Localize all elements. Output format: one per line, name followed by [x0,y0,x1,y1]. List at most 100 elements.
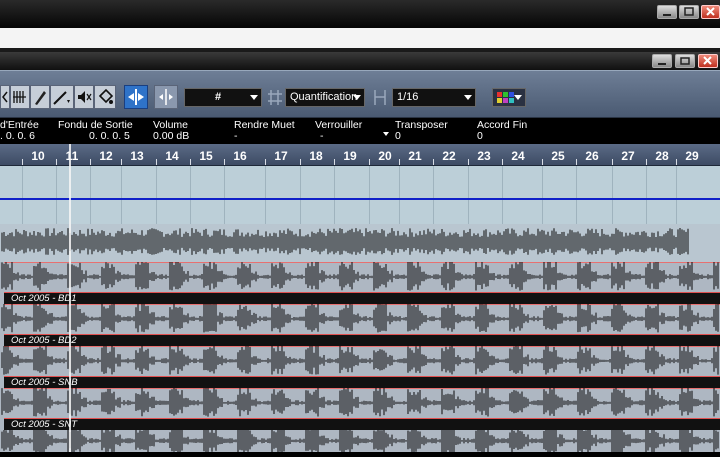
snap-type-button[interactable] [154,85,178,109]
transpose-value[interactable]: 0 [395,130,401,142]
chevron-down-icon [514,95,522,100]
quantize-mode-select[interactable]: Quantification [285,88,365,107]
ruler-tick [468,159,469,165]
autoscroll-button[interactable] [124,85,148,109]
grid-line [542,166,543,224]
ruler-bar-number: 17 [274,149,288,163]
autoscroll-icon [128,89,144,105]
tool-color[interactable] [94,85,116,109]
quantize-value: 1/16 [397,91,419,103]
minimize-button[interactable] [657,5,677,19]
event-name: Oct 2005 - BD2 [4,334,720,346]
ruler-bar-number: 24 [511,149,525,163]
grid-line [612,166,613,224]
ruler-tick [224,159,225,165]
ruler-bar-number: 28 [655,149,669,163]
marker-track[interactable] [0,166,720,224]
project-window-titlebar [0,52,720,70]
ruler-bar-number: 19 [343,149,357,163]
tool-draw[interactable] [30,85,50,109]
ruler-bar-number: 23 [477,149,491,163]
audio-waveform [1,346,719,375]
ruler-tick [265,159,266,165]
line-tool-icon [53,91,70,105]
ruler-bar-number: 25 [551,149,565,163]
audio-waveform [1,388,719,417]
timeline-ruler[interactable]: 10 11 12 13 14 15 16 17 18 19 20 21 22 23 24 25 26 27 28 29 [0,144,720,166]
fade-out-value[interactable]: 0. 0. 0. 5 [89,130,130,142]
quantize-value-icon [371,88,389,107]
grid-line [334,166,335,224]
ruler-tick [433,159,434,165]
ruler-bar-number: 12 [99,149,113,163]
transpose-label: Transposer [395,119,448,131]
ruler-tick [369,159,370,165]
ruler-bar-number: 16 [233,149,247,163]
ruler-bar-number: 13 [130,149,144,163]
mute-label: Rendre Muet [234,119,295,131]
project-restore-button[interactable] [675,54,695,68]
grid-line [369,166,370,224]
close-icon [706,7,715,16]
audio-waveform [1,228,689,255]
chevron-down-icon [250,95,258,100]
grid-line [22,166,23,224]
ruler-bar-number: 18 [309,149,323,163]
ruler-bar-number: 26 [585,149,599,163]
grid-line [300,166,301,224]
ruler-tick [156,159,157,165]
audio-event[interactable]: Oct 2005 - SNB [0,346,720,388]
app-titlebar [0,0,720,28]
project-cursor[interactable] [69,144,71,452]
tool-split[interactable] [10,85,30,109]
close-button[interactable] [701,5,720,19]
fade-in-value[interactable]: . 0. 0. 6 [0,130,35,142]
tool-line[interactable] [50,85,74,109]
grid-line [90,166,91,224]
ruler-tick [334,159,335,165]
audio-waveform [1,424,719,455]
grid-line [190,166,191,224]
ruler-tick [56,159,57,165]
finetune-value[interactable]: 0 [477,130,483,142]
grid-type-select[interactable]: # [184,88,262,107]
audio-event[interactable] [0,424,720,455]
grid-line [676,166,677,224]
audio-event[interactable]: Oct 2005 - SNT [0,388,720,430]
maximize-button[interactable] [679,5,699,19]
tool-previous[interactable] [0,85,10,109]
grid-line [576,166,577,224]
marker-line [0,198,720,200]
audio-event[interactable]: Oct 2005 - BD2 [0,304,720,346]
ruler-tick [300,159,301,165]
mute-value[interactable]: - [234,130,238,142]
ruler-tick [399,159,400,165]
ruler-bar-number: 14 [165,149,179,163]
color-select[interactable] [492,88,526,107]
ruler-bar-number: 20 [378,149,392,163]
ruler-bar-number: 15 [199,149,213,163]
audio-event[interactable]: Oct 2005 - BD1 [0,262,720,304]
grid-line [502,166,503,224]
chevron-down-icon[interactable] [383,132,389,136]
grid-line [56,166,57,224]
quantize-value-select[interactable]: 1/16 [392,88,476,107]
event-name: Oct 2005 - BD1 [4,292,720,304]
chevron-down-icon [353,95,361,100]
volume-value[interactable]: 0.00 dB [153,130,189,142]
ruler-tick [22,159,23,165]
project-close-button[interactable] [698,54,718,68]
chevron-left-icon [2,91,8,103]
tool-mute[interactable] [74,85,94,109]
minimize-icon [663,14,671,16]
ruler-tick [576,159,577,165]
grid-line [121,166,122,224]
ruler-tick [90,159,91,165]
minimize-icon [658,63,666,65]
ruler-tick [542,159,543,165]
audio-track-top[interactable] [0,224,720,262]
ruler-bar-number: 27 [621,149,635,163]
lock-value[interactable]: - [320,130,324,142]
project-minimize-button[interactable] [652,54,672,68]
ruler-tick [676,159,677,165]
